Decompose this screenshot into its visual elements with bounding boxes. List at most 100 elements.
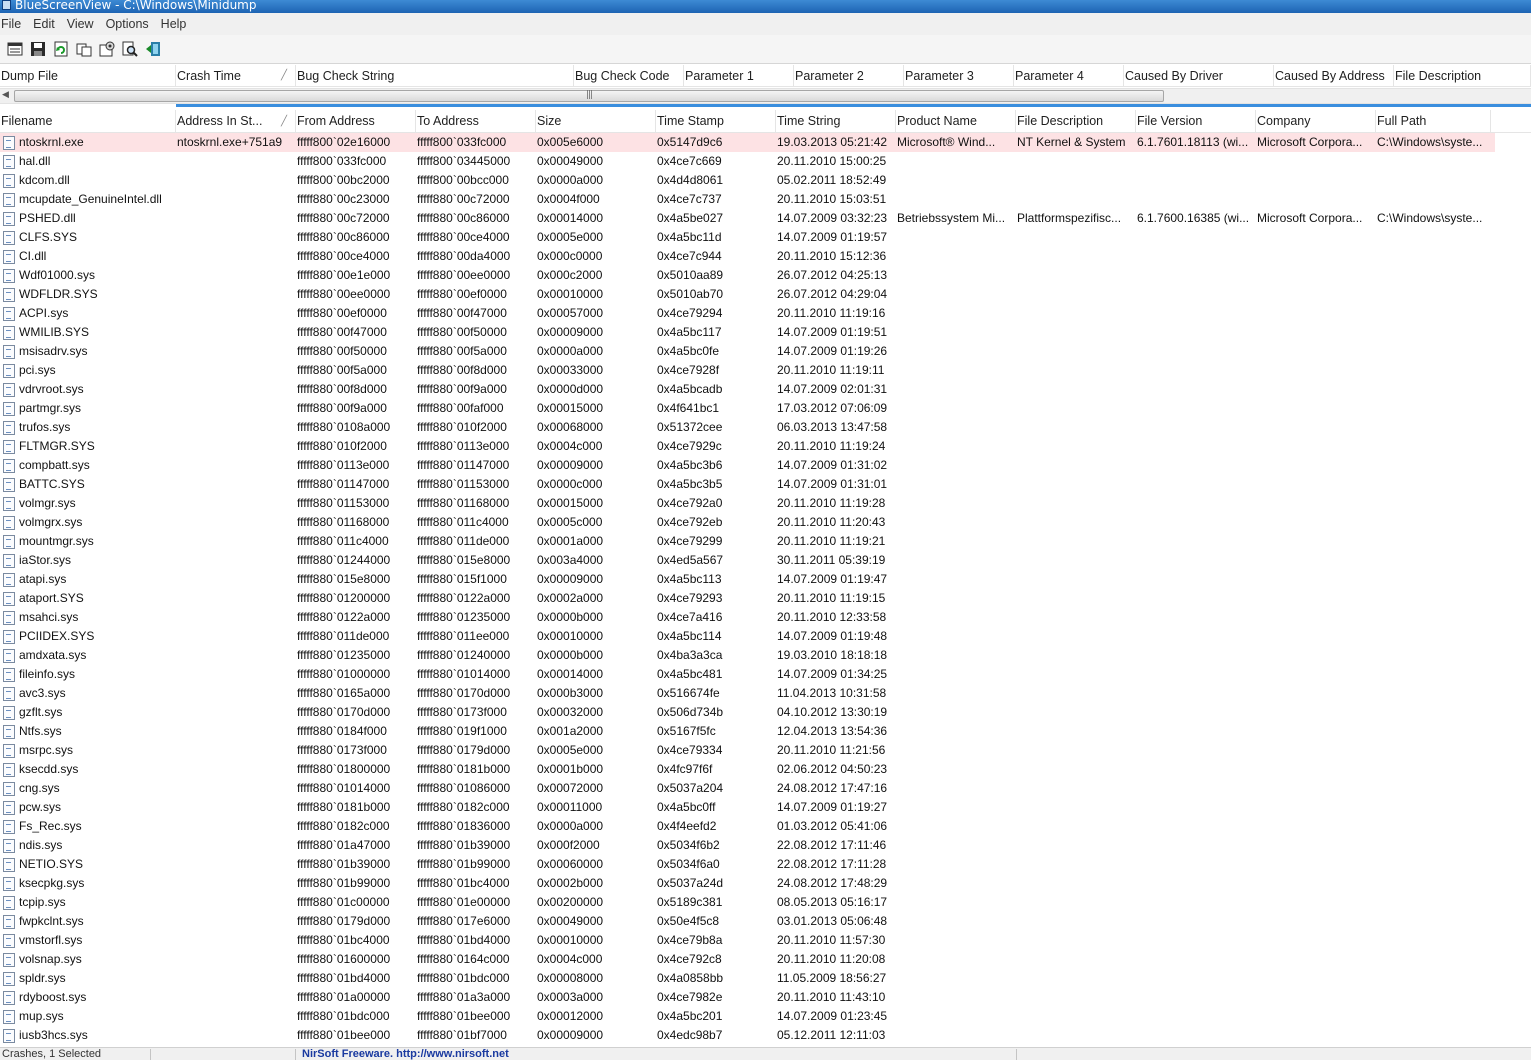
menu-help[interactable]: Help <box>158 13 190 35</box>
table-row[interactable]: BATTC.SYS fffff880`01147000 fffff880`01153… <box>0 475 1531 494</box>
options-icon[interactable] <box>96 38 117 60</box>
column-header-time-string[interactable]: Time String <box>776 110 896 133</box>
table-row[interactable]: volmgrx.sys fffff880`01168000 fffff880`011… <box>0 513 1531 532</box>
column-header-dump-file[interactable]: Dump File <box>0 65 176 87</box>
save-icon[interactable] <box>27 38 48 60</box>
column-header-bug-check-code[interactable]: Bug Check Code <box>574 65 684 87</box>
cell-address-in-stack <box>176 950 296 969</box>
column-header-crash-time[interactable]: Crash Time ╱ <box>176 65 296 87</box>
table-row[interactable]: ACPI.sys fffff880`00ef0000 fffff880`00f470… <box>0 304 1531 323</box>
column-header-file-version[interactable]: File Version <box>1136 110 1256 133</box>
column-header-parameter-2[interactable]: Parameter 2 <box>794 65 904 87</box>
column-header-caused-by-driver[interactable]: Caused By Driver <box>1124 65 1274 87</box>
cell-from-address: fffff880`01147000 <box>297 477 390 491</box>
menu-options[interactable]: Options <box>103 13 152 35</box>
column-header-company[interactable]: Company <box>1256 110 1376 133</box>
table-row[interactable]: avc3.sys fffff880`0165a000 fffff880`0170d0… <box>0 684 1531 703</box>
table-row[interactable]: mountmgr.sys fffff880`011c4000 fffff880`01… <box>0 532 1531 551</box>
menu-edit[interactable]: Edit <box>30 13 58 35</box>
table-row[interactable]: Ntfs.sys fffff880`0184f000 fffff880`019f10… <box>0 722 1531 741</box>
table-row[interactable]: PSHED.dll fffff880`00c72000 fffff880`00c86… <box>0 209 1531 228</box>
table-row[interactable]: amdxata.sys fffff880`01235000 fffff880`012… <box>0 646 1531 665</box>
column-header-to-address[interactable]: To Address <box>416 110 536 133</box>
table-row[interactable]: fwpkclnt.sys fffff880`0179d000 fffff880`01… <box>0 912 1531 931</box>
cell-filename: volsnap.sys <box>0 950 176 969</box>
pane-splitter[interactable] <box>176 104 1531 107</box>
cell-file-description <box>1016 228 1136 247</box>
cell-full-path <box>1376 513 1491 532</box>
column-header-parameter-4[interactable]: Parameter 4 <box>1014 65 1124 87</box>
cell-address-in-stack <box>176 627 296 646</box>
table-row[interactable]: cng.sys fffff880`01014000 fffff880`0108600… <box>0 779 1531 798</box>
table-row[interactable]: gzflt.sys fffff880`0170d000 fffff880`0173f… <box>0 703 1531 722</box>
scroll-left-icon[interactable]: ◀ <box>2 90 9 100</box>
table-row[interactable]: fileinfo.sys fffff880`01000000 fffff880`01… <box>0 665 1531 684</box>
column-header-time-stamp[interactable]: Time Stamp <box>656 110 776 133</box>
table-row[interactable]: compbatt.sys fffff880`0113e000 fffff880`01… <box>0 456 1531 475</box>
horizontal-scrollbar[interactable]: ◀ ||| <box>0 88 1531 104</box>
table-row[interactable]: mcupdate_GenuineIntel.dll fffff880`00c230… <box>0 190 1531 209</box>
table-row[interactable]: pcw.sys fffff880`0181b000 fffff880`0182c00… <box>0 798 1531 817</box>
table-row[interactable]: rdyboost.sys fffff880`01a00000 fffff880`01… <box>0 988 1531 1007</box>
cell-address-in-stack <box>176 152 296 171</box>
table-row[interactable]: mup.sys fffff880`01bdc000 fffff880`01bee00… <box>0 1007 1531 1026</box>
table-row[interactable]: NETIO.SYS fffff880`01b39000 fffff880`01b99… <box>0 855 1531 874</box>
table-row[interactable]: kdcom.dll fffff800`00bc2000 fffff800`00bcc… <box>0 171 1531 190</box>
table-row[interactable]: pci.sys fffff880`00f5a000 fffff880`00f8d00… <box>0 361 1531 380</box>
properties-icon[interactable] <box>4 38 25 60</box>
column-header-from-address[interactable]: From Address <box>296 110 416 133</box>
table-row[interactable]: iaStor.sys fffff880`01244000 fffff880`015e… <box>0 551 1531 570</box>
column-header-product-name[interactable]: Product Name <box>896 110 1016 133</box>
table-row[interactable]: trufos.sys fffff880`0108a000 fffff880`010f… <box>0 418 1531 437</box>
find-icon[interactable] <box>119 38 140 60</box>
table-row[interactable]: iusb3hcs.sys fffff880`01bee000 fffff880`01… <box>0 1026 1531 1045</box>
table-row[interactable]: volmgr.sys fffff880`01153000 fffff880`0116… <box>0 494 1531 513</box>
cell-time-stamp: 0x5010ab70 <box>657 287 724 301</box>
table-row[interactable]: CI.dll fffff880`00ce4000 fffff880`00da4000… <box>0 247 1531 266</box>
column-header-address-in-stack[interactable]: Address In St... ╱ <box>176 110 296 133</box>
column-header-parameter-3[interactable]: Parameter 3 <box>904 65 1014 87</box>
table-row[interactable]: partmgr.sys fffff880`00f9a000 fffff880`00f… <box>0 399 1531 418</box>
table-row[interactable]: PCIIDEX.SYS fffff880`011de000 fffff880`011… <box>0 627 1531 646</box>
table-row[interactable]: Fs_Rec.sys fffff880`0182c000 fffff880`0183… <box>0 817 1531 836</box>
column-header-bug-check-string[interactable]: Bug Check String <box>296 65 574 87</box>
table-row[interactable]: msisadrv.sys fffff880`00f50000 fffff880`00… <box>0 342 1531 361</box>
table-row[interactable]: ksecdd.sys fffff880`01800000 fffff880`0181… <box>0 760 1531 779</box>
nirsoft-link[interactable]: NirSoft Freeware. http://www.nirsoft.net <box>302 1048 509 1060</box>
table-row[interactable]: ndis.sys fffff880`01a47000 fffff880`01b390… <box>0 836 1531 855</box>
cell-to-address: fffff880`00f47000 <box>417 306 507 320</box>
scrollbar-thumb[interactable]: ||| <box>14 90 1164 102</box>
refresh-icon[interactable] <box>50 38 71 60</box>
table-row[interactable]: vdrvroot.sys fffff880`00f8d000 fffff880`00… <box>0 380 1531 399</box>
column-header-filename[interactable]: Filename <box>0 110 176 133</box>
table-row[interactable]: tcpip.sys fffff880`01c00000 fffff880`01e00… <box>0 893 1531 912</box>
table-row[interactable]: spldr.sys fffff880`01bd4000 fffff880`01bdc… <box>0 969 1531 988</box>
table-row[interactable]: msahci.sys fffff880`0122a000 fffff880`0123… <box>0 608 1531 627</box>
column-header-file-description[interactable]: File Description <box>1016 110 1136 133</box>
table-row[interactable]: ataport.SYS fffff880`01200000 fffff880`012… <box>0 589 1531 608</box>
column-header-file-description[interactable]: File Description <box>1394 65 1531 87</box>
column-header-parameter-1[interactable]: Parameter 1 <box>684 65 794 87</box>
cell-time-stamp: 0x4ba3a3ca <box>657 648 723 662</box>
exit-icon[interactable] <box>142 38 163 60</box>
table-row[interactable]: WDFLDR.SYS fffff880`00ee0000 fffff880`00ef… <box>0 285 1531 304</box>
menu-file[interactable]: File <box>0 13 24 35</box>
table-row[interactable]: ksecpkg.sys fffff880`01b99000 fffff880`01b… <box>0 874 1531 893</box>
table-row[interactable]: msrpc.sys fffff880`0173f000 fffff880`0179d… <box>0 741 1531 760</box>
table-row[interactable]: hal.dll fffff800`033fc000 fffff800`0344500… <box>0 152 1531 171</box>
table-row[interactable]: ntoskrnl.exe ntoskrnl.exe+751a9 fffff800`0… <box>0 133 1495 152</box>
table-row[interactable]: CLFS.SYS fffff880`00c86000 fffff880`00ce40… <box>0 228 1531 247</box>
cell-to-address: fffff880`01b39000 <box>417 838 511 852</box>
table-row[interactable]: vmstorfl.sys fffff880`01bc4000 fffff880`01… <box>0 931 1531 950</box>
column-header-full-path[interactable]: Full Path <box>1376 110 1491 133</box>
table-row[interactable]: Wdf01000.sys fffff880`00e1e000 fffff880`00… <box>0 266 1531 285</box>
menu-view[interactable]: View <box>64 13 97 35</box>
column-header-size[interactable]: Size <box>536 110 656 133</box>
table-row[interactable]: volsnap.sys fffff880`01600000 fffff880`016… <box>0 950 1531 969</box>
copy-icon[interactable] <box>73 38 94 60</box>
cell-file-description <box>1016 817 1136 836</box>
table-row[interactable]: WMILIB.SYS fffff880`00f47000 fffff880`00f5… <box>0 323 1531 342</box>
table-row[interactable]: atapi.sys fffff880`015e8000 fffff880`015f1… <box>0 570 1531 589</box>
column-header-caused-by-address[interactable]: Caused By Address <box>1274 65 1394 87</box>
table-row[interactable]: FLTMGR.SYS fffff880`010f2000 fffff880`0113… <box>0 437 1531 456</box>
